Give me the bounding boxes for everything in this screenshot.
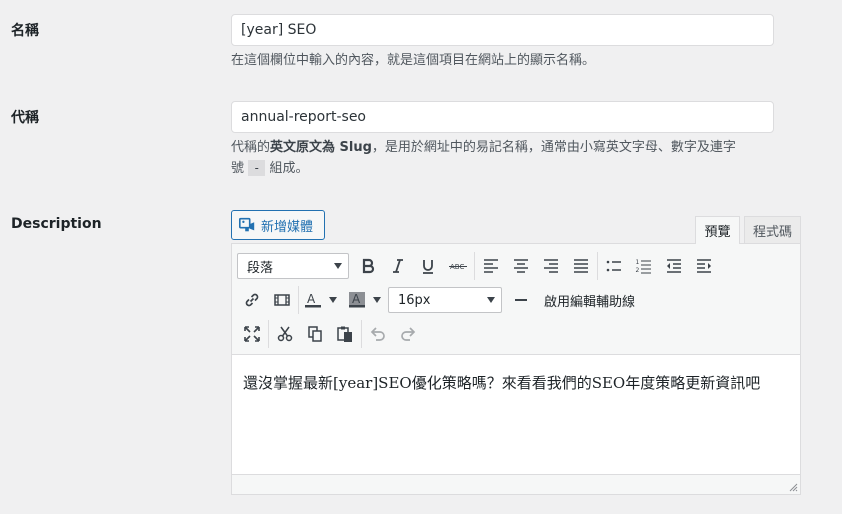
scissors-icon	[277, 326, 293, 342]
svg-text:1: 1	[636, 259, 640, 266]
svg-text:A: A	[352, 292, 361, 306]
indent-button[interactable]	[689, 251, 719, 281]
outdent-button[interactable]	[659, 251, 689, 281]
redo-button[interactable]	[393, 319, 423, 349]
svg-text:2: 2	[636, 267, 640, 274]
visual-aids-toggle[interactable]: 啟用編輯輔助線	[544, 291, 635, 310]
align-left-icon	[484, 259, 498, 273]
slug-description: 代稱的英文原文為 Slug，是用於網址中的易記名稱，通常由小寫英文字母、數字及連…	[231, 137, 791, 179]
bullet-list-icon	[606, 260, 621, 272]
media-icon	[238, 217, 255, 232]
chevron-down-icon	[373, 297, 381, 303]
name-label: 名稱	[11, 23, 39, 39]
toolbar-row-2: A A 16px 啟用編輯輔助線	[237, 283, 635, 317]
background-color-button[interactable]: A	[344, 285, 370, 315]
chevron-down-icon	[329, 297, 337, 303]
toolbar-divider	[298, 286, 299, 314]
paste-button[interactable]	[330, 319, 360, 349]
add-media-button[interactable]: 新增媒體	[231, 210, 325, 240]
cut-button[interactable]	[270, 319, 300, 349]
bold-icon	[362, 258, 375, 274]
justify-button[interactable]	[566, 251, 596, 281]
chevron-down-icon	[487, 297, 495, 303]
toolbar-divider	[361, 320, 362, 348]
slug-desc-line2-start: 號	[231, 161, 245, 176]
align-left-button[interactable]	[476, 251, 506, 281]
format-select-value: 段落	[247, 260, 274, 276]
copy-icon	[308, 326, 322, 342]
background-color-dropdown[interactable]	[370, 285, 384, 315]
paste-icon	[337, 326, 352, 342]
rich-text-editor: 段落 ABC	[231, 243, 801, 495]
text-color-button[interactable]: A	[300, 285, 326, 315]
horizontal-line-button[interactable]	[506, 285, 536, 315]
slug-input[interactable]: annual-report-seo	[231, 101, 774, 133]
undo-icon	[370, 327, 385, 341]
justify-icon	[574, 259, 588, 273]
slug-desc-prefix: 代稱的	[231, 140, 271, 155]
align-right-icon	[544, 259, 558, 273]
slug-desc-bold: 英文原文為 Slug	[270, 140, 372, 155]
align-center-button[interactable]	[506, 251, 536, 281]
underline-icon	[423, 260, 433, 274]
hyphen-code: -	[248, 160, 266, 176]
slug-label: 代稱	[11, 110, 39, 126]
editor-content[interactable]: 還沒掌握最新[year]SEO優化策略嗎？來看看我們的SEO年度策略更新資訊吧	[232, 356, 800, 474]
film-icon	[274, 294, 290, 306]
resize-handle-icon[interactable]	[788, 482, 798, 492]
align-center-icon	[514, 259, 528, 273]
name-input[interactable]: [year] SEO	[231, 14, 774, 46]
editor-statusbar	[232, 474, 800, 494]
underline-button[interactable]	[413, 251, 443, 281]
format-select[interactable]: 段落	[237, 253, 349, 279]
description-label: Description	[11, 216, 102, 232]
add-media-label: 新增媒體	[261, 219, 314, 235]
tab-visual[interactable]: 預覽	[695, 216, 740, 244]
strikethrough-icon: ABC	[449, 263, 467, 271]
font-size-select[interactable]: 16px	[388, 287, 502, 313]
link-button[interactable]	[237, 285, 267, 315]
italic-button[interactable]	[383, 251, 413, 281]
fullscreen-button[interactable]	[237, 319, 267, 349]
slug-desc-middle: ，是用於網址中的易記名稱，通常由小寫英文字母、數字及連字	[371, 140, 736, 155]
toolbar-divider	[268, 320, 269, 348]
toolbar-divider	[597, 252, 598, 280]
copy-button[interactable]	[300, 319, 330, 349]
toolbar-divider	[474, 252, 475, 280]
font-size-value: 16px	[398, 292, 431, 308]
tab-text[interactable]: 程式碼	[744, 216, 801, 243]
indent-icon	[697, 259, 711, 273]
italic-icon	[393, 259, 403, 273]
strikethrough-button[interactable]: ABC	[443, 251, 473, 281]
text-color-icon: A	[305, 292, 321, 308]
editor-toolbar: 段落 ABC	[232, 244, 800, 355]
numbered-list-button[interactable]: 12	[629, 251, 659, 281]
align-right-button[interactable]	[536, 251, 566, 281]
undo-button[interactable]	[363, 319, 393, 349]
link-icon	[245, 293, 259, 307]
name-description: 在這個欄位中輸入的內容，就是這個項目在網站上的顯示名稱。	[231, 53, 596, 68]
slug-desc-line2-end: 組成。	[269, 161, 309, 176]
toolbar-row-3	[237, 317, 423, 351]
text-color-dropdown[interactable]	[326, 285, 340, 315]
insert-media-button[interactable]	[267, 285, 297, 315]
bold-button[interactable]	[353, 251, 383, 281]
svg-text:A: A	[307, 292, 316, 306]
chevron-down-icon	[334, 263, 342, 269]
outdent-icon	[667, 259, 681, 273]
bullet-list-button[interactable]	[599, 251, 629, 281]
fullscreen-icon	[244, 326, 260, 342]
background-color-icon: A	[349, 292, 365, 308]
horizontal-line-icon	[515, 299, 527, 301]
numbered-list-icon: 12	[636, 259, 651, 274]
redo-icon	[401, 327, 416, 341]
toolbar-row-1: 段落 ABC	[237, 249, 719, 283]
